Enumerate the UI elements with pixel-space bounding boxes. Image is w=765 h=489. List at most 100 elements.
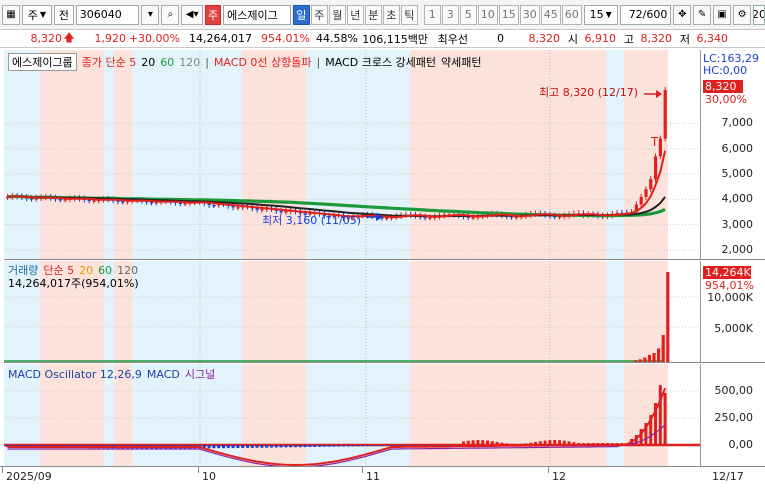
trailing-field[interactable]: 20	[753, 4, 765, 25]
bg-band	[306, 50, 410, 259]
interval-button-60[interactable]: 60	[561, 4, 582, 25]
bg-band	[624, 261, 668, 362]
bg-band	[668, 261, 700, 362]
interval-button-5[interactable]: 5	[459, 4, 477, 25]
macd-hist-bar	[332, 445, 336, 447]
macd-chart-pane[interactable]: MACD Oscillator 12,26,9 MACD 시그널	[4, 364, 700, 466]
macd-hist-bar	[385, 445, 389, 446]
chevron-down-icon[interactable]: ▾	[141, 4, 160, 25]
legend-ma120: 120	[179, 55, 201, 69]
macd-hist-bar	[212, 445, 216, 449]
period-tab-6[interactable]: 틱	[400, 4, 418, 25]
macd-hist-bar	[375, 445, 379, 447]
hc-value: HC:0,00	[703, 64, 748, 77]
candle-body	[471, 216, 475, 219]
volume-chart-pane[interactable]: 거래량 단순 5 20 60 120 14,264,017주(954,01%)	[4, 261, 700, 363]
bg-band	[306, 261, 410, 362]
legend-ma20: 20	[141, 55, 156, 69]
prev-button[interactable]: 전	[53, 4, 74, 25]
volume-bar	[657, 348, 661, 362]
macd-hist-bar	[318, 445, 321, 447]
speaker-icon[interactable]: ◀▾	[181, 4, 204, 25]
turnover-ratio: 44.58%	[316, 32, 358, 45]
macd-axis: 500,00 250,00 0,00	[700, 364, 765, 466]
macd-hist-bar	[505, 443, 509, 445]
crosshair-icon[interactable]: ✥	[673, 4, 692, 25]
interval-button-30[interactable]: 30	[519, 4, 540, 25]
candle-body	[236, 207, 240, 209]
volume-bar	[638, 359, 642, 362]
macd-tick-label: 500,00	[714, 384, 754, 397]
high-price: 8,320	[640, 32, 673, 45]
volume-bar	[647, 354, 651, 362]
candle-body	[385, 217, 389, 220]
bg-band	[104, 50, 114, 259]
macd-hist-bar	[356, 445, 360, 447]
legend-macd-line: MACD	[146, 367, 180, 381]
macd-hist-bar	[250, 445, 254, 448]
low-label: 저	[679, 32, 690, 46]
stock-code-input[interactable]: 306040	[75, 4, 140, 25]
current-price: 8,320	[30, 32, 63, 45]
bg-band	[410, 50, 606, 259]
candle-body	[654, 156, 658, 180]
bg-band	[132, 261, 242, 362]
stock-name-field[interactable]: 에스제이그	[223, 4, 291, 25]
macd-hist-bar	[322, 445, 326, 447]
period-tabs: 일 주 월 년 분 초 틱 1 3 5 10 15 30 45 60	[292, 4, 582, 25]
market-type-select[interactable]: 주 ▼	[21, 4, 52, 25]
macd-hist-bar	[404, 445, 408, 446]
volume-bar	[634, 360, 638, 362]
macd-hist-bar	[658, 385, 662, 445]
period-tab-2[interactable]: 월	[328, 4, 346, 25]
search-icon[interactable]: ⌕	[161, 4, 180, 25]
period-tab-5[interactable]: 초	[382, 4, 400, 25]
interval-button-15[interactable]: 15	[498, 4, 519, 25]
volume-legend: 거래량 단순 5 20 60 120	[8, 262, 138, 278]
ask-price: 8,320	[528, 32, 561, 45]
candle-body	[663, 90, 667, 139]
macd-hist-bar	[327, 445, 331, 447]
macd-hist-bar	[207, 445, 211, 449]
grid-icon[interactable]: ▦	[2, 4, 20, 25]
save-icon[interactable]: ▣	[713, 4, 732, 25]
x-axis-tick	[548, 467, 549, 473]
x-axis-label: 11	[366, 470, 380, 483]
legend-macd-cross: MACD 크로스 강세패턴	[325, 56, 437, 69]
interval-button-1[interactable]: 1	[423, 4, 441, 25]
interval-button-45[interactable]: 45	[540, 4, 561, 25]
settings-icon[interactable]: ⚙	[733, 4, 752, 25]
last-price-tag: 8,320	[703, 80, 743, 93]
candle-body	[212, 204, 216, 207]
interval-select[interactable]: 15 ▼	[583, 4, 618, 25]
volume-bar	[652, 353, 656, 362]
legend-separator: |	[316, 55, 321, 69]
macd-hist-bar	[438, 445, 441, 446]
prev-label: 전	[58, 8, 69, 22]
period-tab-4[interactable]: 분	[364, 4, 382, 25]
trade-amount: 106,115백만	[362, 32, 428, 46]
high-label: 고	[623, 32, 634, 46]
macd-hist-bar	[313, 445, 317, 447]
legend-separator: |	[205, 55, 209, 69]
macd-legend: MACD Oscillator 12,26,9 MACD 시그널	[8, 366, 215, 382]
macd-hist-bar	[394, 445, 398, 446]
interval-button-3[interactable]: 3	[441, 4, 459, 25]
price-tick-label: 7,000	[721, 116, 754, 130]
price-axis: LC:163,29 HC:0,00 8,320 30,00% 7,000 6,00…	[700, 50, 765, 260]
price-chart-pane[interactable]: 에스제이그룹 종가 단순 5 20 60 120 | MACD 0선 상향돌파 …	[4, 50, 700, 260]
price-change: 1,920	[94, 32, 127, 45]
interval-button-10[interactable]: 10	[477, 4, 498, 25]
candle-count-input[interactable]: 72/600	[619, 4, 672, 25]
macd-hist-bar	[548, 440, 552, 445]
period-tab-3[interactable]: 년	[346, 4, 364, 25]
stock-code-value: 306040	[79, 8, 122, 21]
bg-band	[606, 364, 624, 466]
macd-hist-bar	[246, 445, 249, 448]
pen-icon[interactable]: ✎	[693, 4, 712, 25]
period-tab-1[interactable]: 주	[310, 4, 328, 25]
bg-band	[668, 364, 700, 466]
macd-hist-bar	[241, 445, 245, 448]
chevron-down-icon: ▼	[39, 10, 46, 19]
period-tab-0[interactable]: 일	[292, 4, 310, 25]
